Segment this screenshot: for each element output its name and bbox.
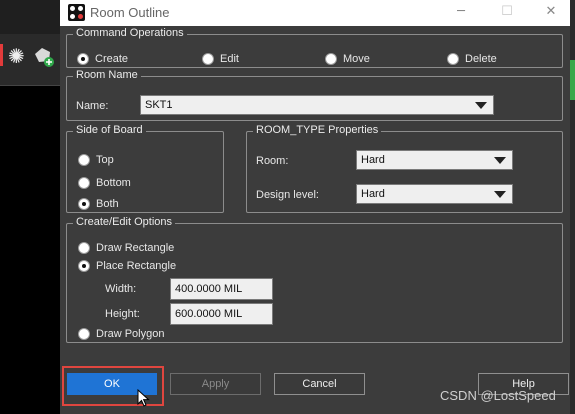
radio-bottom[interactable]: Bottom bbox=[78, 177, 131, 189]
room-name-select[interactable]: SKT1 bbox=[140, 95, 494, 115]
background-canvas bbox=[0, 34, 60, 414]
apply-button: Apply bbox=[170, 373, 261, 395]
radio-dot[interactable] bbox=[77, 53, 89, 65]
background-right-accent bbox=[570, 60, 575, 100]
window-title: Room Outline bbox=[90, 5, 170, 20]
width-label: Width: bbox=[105, 283, 137, 295]
cancel-button[interactable]: Cancel bbox=[274, 373, 365, 395]
room-select[interactable]: Hard bbox=[356, 150, 513, 170]
radio-label: Bottom bbox=[96, 177, 131, 189]
radio-dot[interactable] bbox=[78, 242, 90, 254]
radio-label: Draw Rectangle bbox=[96, 242, 175, 254]
minimize-icon[interactable]: ─ bbox=[438, 1, 484, 25]
chevron-down-icon bbox=[475, 102, 487, 109]
group-legend: Command Operations bbox=[73, 27, 187, 39]
close-icon[interactable]: ✕ bbox=[528, 1, 574, 25]
radio-dot[interactable] bbox=[325, 53, 337, 65]
radio-dot[interactable] bbox=[202, 53, 214, 65]
radio-place-rectangle[interactable]: Place Rectangle bbox=[78, 260, 176, 272]
radio-label: Delete bbox=[465, 53, 497, 65]
height-label: Height: bbox=[105, 308, 140, 320]
radio-both[interactable]: Both bbox=[78, 198, 119, 210]
radio-label: Place Rectangle bbox=[96, 260, 177, 272]
radio-label: Top bbox=[96, 154, 114, 166]
sun-icon[interactable]: ✺ bbox=[8, 46, 25, 66]
radio-dot[interactable] bbox=[78, 177, 90, 189]
select-value: Hard bbox=[361, 154, 385, 166]
chevron-down-icon bbox=[494, 191, 506, 198]
group-legend: Side of Board bbox=[73, 124, 146, 136]
radio-dot[interactable] bbox=[78, 154, 90, 166]
title-bar: Room Outline ─ ☐ ✕ bbox=[60, 0, 570, 26]
radio-dot[interactable] bbox=[447, 53, 459, 65]
height-input[interactable]: 600.0000 MIL bbox=[170, 303, 273, 325]
app-icon bbox=[68, 4, 85, 21]
radio-label: Both bbox=[96, 198, 119, 210]
mouse-pointer-icon bbox=[137, 389, 150, 407]
radio-create[interactable]: Create bbox=[77, 53, 128, 65]
radio-label: Draw Polygon bbox=[96, 328, 165, 340]
group-legend: ROOM_TYPE Properties bbox=[253, 124, 382, 136]
radio-dot[interactable] bbox=[78, 260, 90, 272]
radio-dot[interactable] bbox=[78, 328, 90, 340]
width-input[interactable]: 400.0000 MIL bbox=[170, 278, 273, 300]
radio-label: Edit bbox=[220, 53, 239, 65]
watermark: CSDN @LostSpeed bbox=[440, 388, 556, 403]
radio-draw-rectangle[interactable]: Draw Rectangle bbox=[78, 242, 174, 254]
select-value: Hard bbox=[361, 188, 385, 200]
radio-move[interactable]: Move bbox=[325, 53, 370, 65]
radio-label: Create bbox=[95, 53, 129, 65]
radio-draw-polygon[interactable]: Draw Polygon bbox=[78, 328, 164, 340]
name-label: Name: bbox=[76, 100, 109, 112]
create-edit-options-group: Create/Edit Options bbox=[66, 216, 563, 343]
add-shape-icon[interactable] bbox=[33, 46, 55, 68]
maximize-icon: ☐ bbox=[501, 4, 513, 19]
select-value: SKT1 bbox=[145, 99, 173, 111]
toolbar-marker bbox=[0, 44, 3, 66]
room-outline-dialog: Room Outline ─ ☐ ✕ Command Operations Cr… bbox=[60, 0, 570, 414]
radio-dot[interactable] bbox=[78, 198, 90, 210]
radio-edit[interactable]: Edit bbox=[202, 53, 239, 65]
chevron-down-icon bbox=[494, 157, 506, 164]
design-level-select[interactable]: Hard bbox=[356, 184, 513, 204]
group-legend: Create/Edit Options bbox=[73, 216, 175, 228]
group-legend: Room Name bbox=[73, 69, 141, 81]
room-label: Room: bbox=[256, 155, 289, 167]
radio-label: Move bbox=[343, 53, 370, 65]
radio-top[interactable]: Top bbox=[78, 154, 114, 166]
radio-delete[interactable]: Delete bbox=[447, 53, 497, 65]
design-level-label: Design level: bbox=[256, 189, 319, 201]
